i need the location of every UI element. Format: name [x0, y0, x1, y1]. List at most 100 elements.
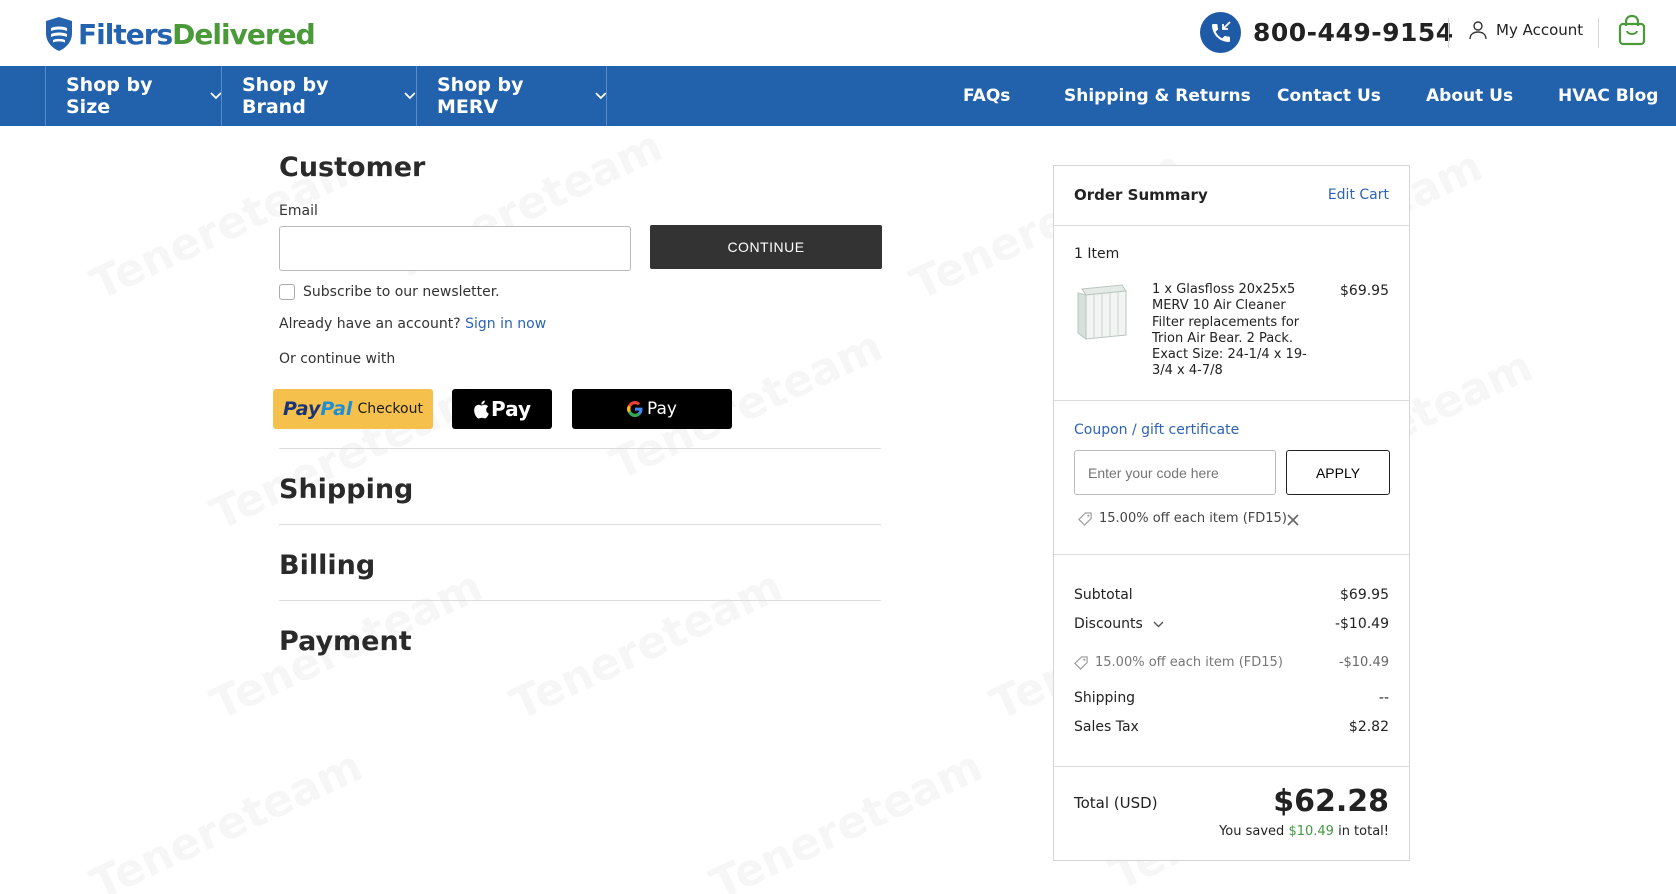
shipping-label: Shipping	[1074, 690, 1136, 706]
phone-number: 800-449-9154	[1253, 18, 1454, 47]
shopping-bag-icon	[1618, 14, 1646, 46]
summary-divider	[1054, 400, 1409, 401]
logo-text-filters: Filters	[78, 17, 173, 51]
paypal-logo-pay: Pay	[283, 398, 321, 420]
item-line: Trion Air Bear. 2 Pack.	[1152, 330, 1294, 346]
billing-heading[interactable]: Billing	[279, 550, 375, 581]
section-divider	[279, 524, 881, 525]
nav-shop-by-merv[interactable]: Shop by MERV	[416, 66, 607, 126]
google-pay-button[interactable]: Pay	[572, 389, 732, 429]
subtotal-value: $69.95	[1340, 587, 1389, 603]
site-header: FiltersDelivered 800-449-9154 My Account	[0, 0, 1676, 66]
apple-pay-label: Pay	[490, 397, 532, 421]
summary-divider	[1054, 554, 1409, 555]
item-price: $69.95	[1340, 283, 1389, 299]
watermark-text: Tenereteam	[503, 560, 790, 730]
section-divider	[279, 600, 881, 601]
payment-heading[interactable]: Payment	[279, 626, 412, 657]
tag-icon	[1074, 656, 1088, 670]
paypal-logo: PayPal	[283, 398, 352, 420]
nav-label: Shop by Size	[66, 74, 153, 118]
chevron-down-icon	[404, 92, 416, 100]
or-continue-label: Or continue with	[279, 351, 396, 367]
remove-coupon-icon[interactable]	[1286, 513, 1300, 527]
apple-icon	[474, 400, 489, 418]
nav-label: Shop by MERV	[437, 74, 524, 118]
discounts-value: -$10.49	[1334, 616, 1389, 632]
cart-button[interactable]	[1618, 14, 1646, 50]
summary-divider	[1054, 225, 1409, 226]
tag-icon	[1078, 512, 1092, 526]
shield-logo-icon	[46, 17, 72, 51]
nav-shop-by-size[interactable]: Shop by Size	[45, 66, 222, 126]
paypal-logo-pal: Pal	[320, 398, 353, 420]
total-value: $62.28	[1273, 784, 1389, 819]
my-account-label: My Account	[1496, 21, 1584, 39]
discount-detail-value: -$10.49	[1338, 655, 1389, 670]
nav-hvac-blog[interactable]: HVAC Blog	[1558, 66, 1658, 126]
apple-pay-button[interactable]: Pay	[452, 389, 552, 429]
logo-text-delivered: Delivered	[172, 17, 316, 51]
watermark-text: Tenereteam	[703, 740, 990, 894]
google-pay-label: Pay	[647, 399, 677, 419]
item-line: 1 x Glasfloss 20x25x5	[1152, 282, 1296, 297]
account-prompt: Already have an account? Sign in now	[279, 316, 546, 332]
discount-detail-label: 15.00% off each item (FD15)	[1095, 655, 1283, 670]
summary-divider	[1054, 766, 1409, 767]
air-filter-product-image	[1077, 284, 1127, 340]
item-count: 1 Item	[1074, 246, 1120, 262]
user-icon	[1469, 21, 1487, 40]
item-line: MERV 10 Air Cleaner	[1152, 298, 1286, 314]
savings-prefix: You saved	[1219, 824, 1285, 839]
phone-contact[interactable]: 800-449-9154	[1200, 12, 1454, 53]
edit-cart-link[interactable]: Edit Cart	[1328, 187, 1389, 203]
item-description: 1 x Glasfloss 20x25x5 MERV 10 Air Cleane…	[1152, 282, 1312, 380]
nav-label: Shop by Brand	[242, 74, 329, 118]
savings-note: You saved $10.49 in total!	[1219, 824, 1389, 839]
coupon-code-input[interactable]	[1074, 450, 1276, 495]
apply-coupon-button[interactable]: APPLY	[1286, 450, 1390, 495]
nav-shipping-returns[interactable]: Shipping & Returns	[1064, 66, 1251, 126]
discounts-label: Discounts	[1074, 616, 1143, 632]
item-line: 3/4 x 4-7/8	[1152, 363, 1223, 379]
savings-amount: $10.49	[1288, 824, 1334, 839]
paypal-checkout-button[interactable]: PayPal Checkout	[273, 389, 433, 429]
newsletter-checkbox[interactable]	[279, 284, 295, 300]
savings-suffix: in total!	[1338, 824, 1389, 839]
email-label: Email	[279, 203, 318, 219]
coupon-toggle-link[interactable]: Coupon / gift certificate	[1074, 422, 1389, 438]
discount-detail: 15.00% off each item (FD15)	[1074, 655, 1283, 670]
sales-tax-value: $2.82	[1348, 719, 1389, 735]
watermark-text: Tenereteam	[83, 740, 370, 894]
newsletter-label: Subscribe to our newsletter.	[303, 284, 500, 300]
chevron-down-icon	[1153, 621, 1164, 627]
item-line: Filter replacements for	[1152, 314, 1300, 330]
header-divider	[1598, 18, 1599, 48]
nav-divider	[606, 66, 607, 126]
shipping-heading[interactable]: Shipping	[279, 474, 413, 505]
nav-shop-by-brand[interactable]: Shop by Brand	[221, 66, 416, 126]
email-input[interactable]	[279, 226, 631, 271]
header-divider	[1448, 18, 1449, 48]
shipping-value: --	[1378, 690, 1389, 706]
customer-heading: Customer	[279, 152, 426, 183]
account-prompt-text: Already have an account?	[279, 316, 461, 332]
my-account-link[interactable]: My Account	[1468, 20, 1583, 40]
google-g-icon	[627, 401, 643, 417]
section-divider	[279, 448, 881, 449]
item-line: Exact Size: 24-1/4 x 19-	[1152, 347, 1307, 363]
nav-faqs[interactable]: FAQs	[963, 66, 1010, 126]
sign-in-link[interactable]: Sign in now	[465, 316, 546, 332]
discounts-toggle[interactable]: Discounts	[1074, 616, 1164, 632]
nav-contact-us[interactable]: Contact Us	[1277, 66, 1381, 126]
main-nav: Shop by Size Shop by Brand Shop by MERV …	[0, 66, 1676, 126]
continue-button[interactable]: CONTINUE	[650, 225, 882, 269]
nav-about-us[interactable]: About Us	[1426, 66, 1513, 126]
sales-tax-label: Sales Tax	[1074, 719, 1139, 735]
order-summary-panel: Order Summary Edit Cart 1 Item 1 x Glasf…	[1053, 165, 1410, 861]
applied-coupon-text: 15.00% off each item (FD15)	[1099, 511, 1287, 526]
site-logo[interactable]: FiltersDelivered	[44, 16, 316, 52]
paypal-checkout-label: Checkout	[357, 401, 423, 417]
phone-icon	[1200, 12, 1241, 53]
logo-text: FiltersDelivered	[78, 17, 316, 51]
